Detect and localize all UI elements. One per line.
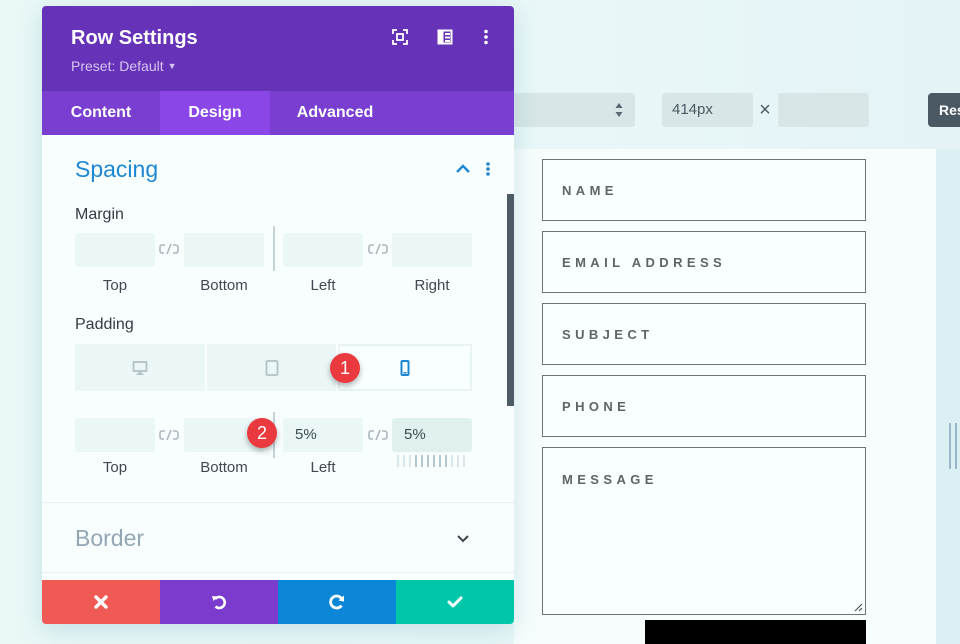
preview-height-input[interactable] — [778, 93, 869, 127]
textarea-resize-icon[interactable] — [853, 602, 863, 612]
save-button[interactable] — [396, 580, 514, 624]
preset-label: Preset: Default — [71, 58, 164, 74]
device-tab-desktop[interactable] — [75, 344, 205, 391]
margin-top-label: Top — [102, 277, 128, 294]
chevron-down-icon[interactable] — [455, 530, 471, 546]
redo-button[interactable] — [278, 580, 396, 624]
slider-tick — [415, 455, 417, 467]
check-icon — [447, 596, 463, 608]
discard-button[interactable] — [42, 580, 160, 624]
padding-right-input[interactable]: 5% — [392, 418, 472, 452]
annotation-badge-1: 1 — [330, 353, 360, 383]
divider — [273, 226, 275, 271]
margin-right-input[interactable] — [392, 233, 472, 267]
responsive-device-tabs — [75, 344, 473, 391]
padding-left-label: Left — [310, 459, 336, 476]
email-field[interactable]: EMAIL ADDRESS — [542, 231, 866, 293]
slider-tick — [439, 455, 441, 467]
redo-icon — [329, 594, 344, 610]
device-preset-select[interactable] — [505, 93, 635, 127]
close-icon — [94, 595, 108, 609]
chevron-up-icon[interactable] — [455, 161, 471, 177]
margin-left-input[interactable] — [283, 233, 363, 267]
preview-resize-gutter — [936, 149, 960, 644]
preview-width-input[interactable]: 414px — [662, 93, 753, 127]
margin-left-label: Left — [310, 277, 336, 294]
resize-handle[interactable] — [949, 423, 959, 469]
settings-scrollbar[interactable] — [507, 194, 514, 406]
subject-field[interactable]: SUBJECT — [542, 303, 866, 365]
submit-button[interactable] — [645, 620, 866, 644]
tablet-icon — [265, 359, 278, 376]
section-divider — [42, 502, 514, 503]
caret-down-icon: ▼ — [167, 61, 177, 71]
tab-advanced[interactable]: Advanced — [270, 91, 400, 135]
margin-bottom-input[interactable] — [184, 233, 264, 267]
link-icon[interactable] — [158, 428, 180, 442]
modal-title: Row Settings — [71, 27, 198, 49]
link-icon[interactable] — [158, 242, 180, 256]
slider-tick — [457, 455, 459, 467]
slider-tick — [427, 455, 429, 467]
margin-right-label: Right — [414, 277, 450, 294]
padding-bottom-label: Bottom — [200, 459, 248, 476]
reset-button[interactable]: Reset — [928, 93, 960, 127]
device-tab-tablet[interactable] — [206, 344, 337, 391]
value-scrub-slider[interactable] — [397, 455, 473, 467]
margin-bottom-label: Bottom — [200, 277, 248, 294]
section-divider — [42, 572, 514, 573]
margin-top-input[interactable] — [75, 233, 155, 267]
padding-top-input[interactable] — [75, 418, 155, 452]
slider-tick — [451, 455, 453, 467]
slider-tick — [397, 455, 399, 467]
link-icon[interactable] — [367, 242, 389, 256]
link-icon[interactable] — [367, 428, 389, 442]
split-view-icon[interactable] — [437, 29, 453, 45]
times-icon: × — [759, 99, 771, 121]
padding-top-label: Top — [102, 459, 128, 476]
name-field[interactable]: NAME — [542, 159, 866, 221]
slider-tick — [409, 455, 411, 467]
message-textarea[interactable]: MESSAGE — [542, 447, 866, 615]
modal-header: Row Settings Preset: Default ▼ — [42, 6, 514, 91]
expand-icon[interactable] — [392, 29, 408, 45]
slider-tick — [445, 455, 447, 467]
padding-left-input[interactable]: 5% — [283, 418, 363, 452]
message-placeholder: MESSAGE — [562, 472, 658, 487]
margin-label: Margin — [75, 206, 124, 223]
border-section-title[interactable]: Border — [75, 524, 144, 552]
section-options-icon[interactable] — [482, 161, 494, 177]
spacing-section-title[interactable]: Spacing — [75, 155, 158, 183]
slider-tick — [463, 455, 465, 467]
slider-tick — [403, 455, 405, 467]
phone-icon — [400, 359, 410, 376]
slider-tick — [433, 455, 435, 467]
padding-label: Padding — [75, 316, 134, 333]
phone-field[interactable]: PHONE — [542, 375, 866, 437]
settings-body: Spacing Margin Top Bottom Left Right Pad… — [42, 135, 514, 580]
settings-tabs: Content Design Advanced — [42, 91, 514, 135]
modal-footer — [42, 580, 514, 624]
preset-dropdown[interactable]: Preset: Default ▼ — [71, 57, 177, 75]
undo-button[interactable] — [160, 580, 278, 624]
tab-content[interactable]: Content — [42, 91, 160, 135]
undo-icon — [212, 595, 227, 610]
desktop-icon — [132, 360, 148, 375]
more-options-icon[interactable] — [478, 29, 494, 45]
annotation-badge-2: 2 — [247, 418, 277, 448]
up-down-arrows-icon — [615, 103, 623, 117]
tab-design[interactable]: Design — [160, 91, 270, 135]
row-settings-modal: Row Settings Preset: Default ▼ Content De… — [42, 6, 514, 624]
slider-tick — [421, 455, 423, 467]
